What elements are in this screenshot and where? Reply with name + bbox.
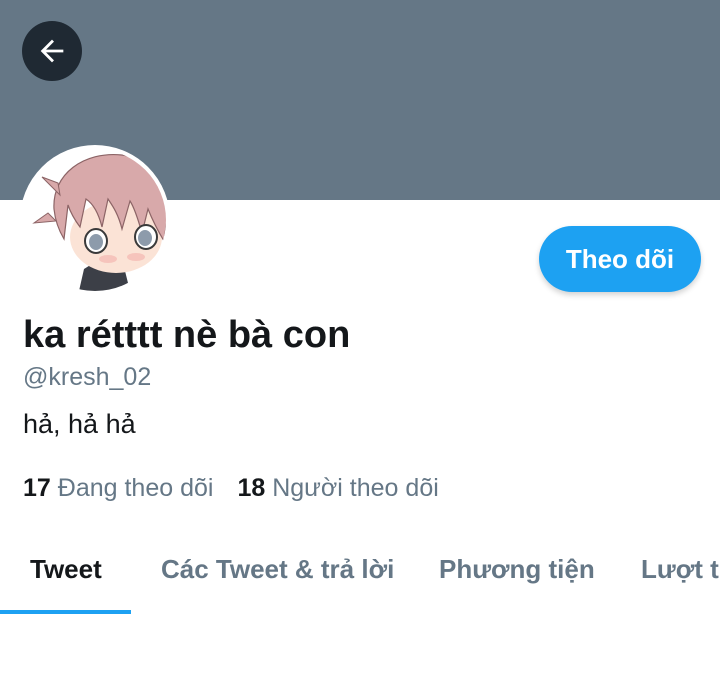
tab-likes[interactable]: Lượt th — [641, 554, 720, 585]
follow-button[interactable]: Theo dõi — [539, 226, 701, 292]
back-button[interactable] — [22, 21, 82, 81]
followers-count: 18 — [237, 474, 266, 502]
arrow-left-icon — [40, 39, 64, 63]
display-name: ka rétttt nè bà con — [23, 314, 351, 356]
user-handle: @kresh_02 — [23, 363, 152, 391]
followers-label: Người theo dõi — [272, 474, 439, 502]
following-link[interactable]: 17 Đang theo dõi — [23, 474, 213, 503]
profile-bio: hả, hả hả — [23, 409, 136, 439]
profile-tabs: Tweet Các Tweet & trả lời Phương tiện Lư… — [0, 548, 720, 614]
following-count: 17 — [23, 474, 51, 502]
tab-media[interactable]: Phương tiện — [439, 554, 595, 585]
follow-stats: 17 Đang theo dõi 18 Người theo dõi — [23, 474, 463, 503]
followers-link[interactable]: 18 Người theo dõi — [237, 474, 438, 503]
following-label: Đang theo dõi — [57, 474, 214, 502]
avatar[interactable] — [20, 145, 170, 295]
active-tab-indicator — [0, 610, 131, 614]
tab-tweets-replies[interactable]: Các Tweet & trả lời — [161, 554, 394, 585]
avatar-illustration — [24, 149, 166, 291]
tab-tweets[interactable]: Tweet — [30, 554, 102, 585]
